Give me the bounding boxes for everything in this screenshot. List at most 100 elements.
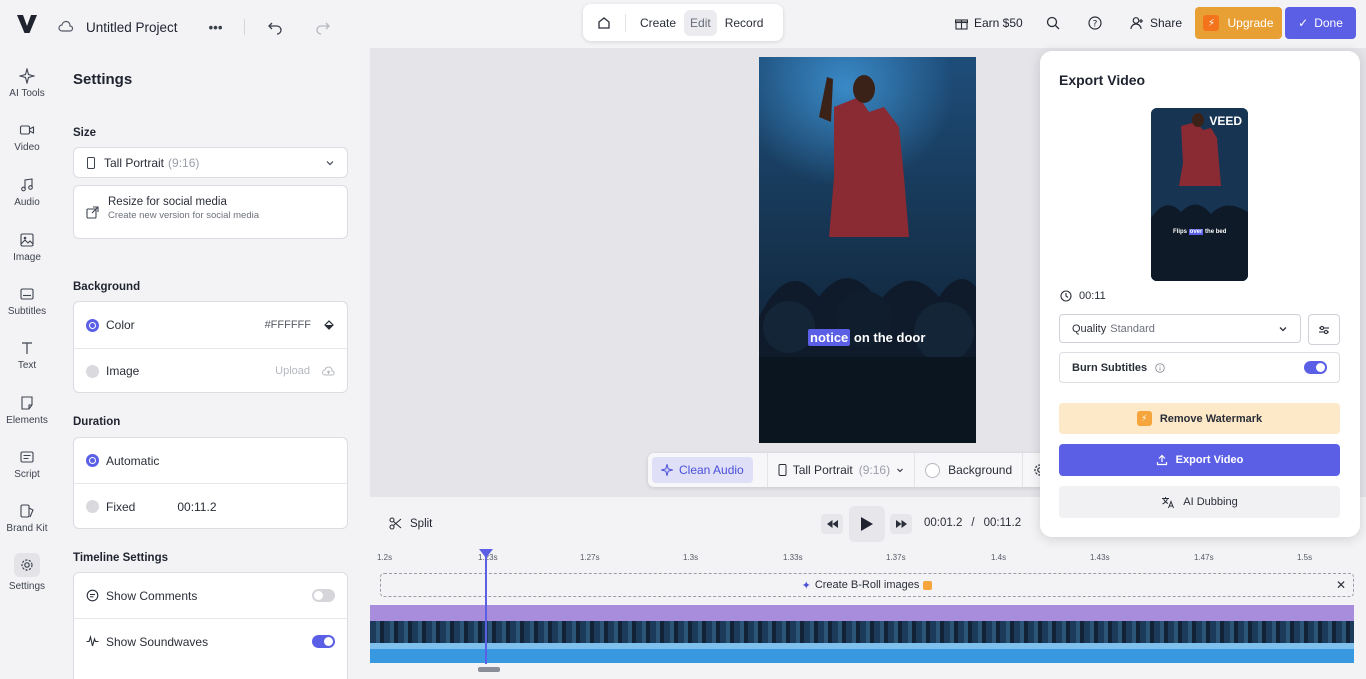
bg-color-label: Color — [106, 318, 135, 332]
earn-button[interactable]: Earn $50 — [955, 16, 1023, 30]
clean-audio-button[interactable]: Clean Audio — [652, 457, 753, 483]
thumb-caption-hl: over — [1188, 229, 1204, 235]
rail-item-audio[interactable]: Audio — [0, 177, 54, 208]
rail-item-script[interactable]: Script — [0, 449, 54, 480]
rail-item-image[interactable]: Image — [0, 232, 54, 263]
duration-fixed-value[interactable]: 00:11.2 — [177, 500, 216, 514]
image-icon — [20, 233, 34, 247]
radio-unselected[interactable] — [86, 364, 99, 378]
rail-item-ai-tools[interactable]: AI Tools — [0, 68, 54, 99]
create-broll-button[interactable]: ✦ Create B-Roll images — [380, 573, 1354, 597]
panel-title: Settings — [73, 71, 133, 88]
help-icon[interactable]: ? — [1088, 16, 1102, 30]
background-label: Background — [948, 463, 1013, 477]
quality-label: Quality — [1072, 322, 1107, 335]
radio-selected[interactable] — [86, 318, 99, 332]
divider — [243, 19, 245, 35]
search-icon[interactable] — [1046, 16, 1060, 30]
split-button[interactable]: Split — [389, 517, 432, 530]
rewind-icon — [826, 520, 838, 528]
bg-image-option[interactable]: Image Upload — [74, 348, 347, 393]
audio-track[interactable] — [370, 643, 1354, 663]
duration-fixed-label: Fixed — [106, 499, 136, 514]
upgrade-label: Upgrade — [1227, 16, 1274, 30]
thumb-caption-b: the bed — [1203, 229, 1227, 235]
tab-record[interactable]: Record — [719, 10, 770, 36]
timeline[interactable]: 1.2s 1.23s 1.27s 1.3s 1.33s 1.37s 1.4s 1… — [370, 549, 1366, 679]
resize-social-button[interactable]: Resize for social media Create new versi… — [73, 185, 348, 239]
rail-item-text[interactable]: Text — [0, 340, 54, 371]
canvas-size-dropdown[interactable]: Tall Portrait (9:16) — [778, 463, 904, 477]
upgrade-button[interactable]: ⚡ Upgrade — [1195, 7, 1282, 39]
soundwave-icon — [86, 635, 99, 647]
scroll-handle[interactable] — [478, 667, 500, 672]
ruler-tick: 1.5s — [1297, 553, 1313, 562]
project-title[interactable]: Untitled Project — [86, 20, 178, 35]
redo-icon[interactable] — [315, 19, 331, 35]
video-preview[interactable] — [759, 57, 976, 443]
script-icon — [20, 451, 34, 463]
undo-icon[interactable] — [267, 19, 283, 35]
show-soundwaves-toggle[interactable] — [312, 635, 335, 648]
bg-upload-label[interactable]: Upload — [275, 365, 310, 377]
rail-item-brand-kit[interactable]: Brand Kit — [0, 503, 54, 534]
rail-item-video[interactable]: Video — [0, 122, 54, 153]
rail-label: Audio — [14, 197, 40, 208]
subtitle-track[interactable] — [370, 605, 1354, 621]
play-button[interactable] — [849, 506, 885, 542]
active-indicator — [14, 553, 40, 577]
settings-panel: Settings Size Tall Portrait (9:16) Resiz… — [54, 48, 370, 679]
bg-color-option[interactable]: Color #FFFFFF — [74, 302, 347, 348]
quality-settings-button[interactable] — [1308, 314, 1340, 345]
duration-section-label: Duration — [73, 416, 121, 428]
bg-image-label: Image — [106, 364, 140, 378]
burn-subtitles-toggle[interactable] — [1304, 361, 1327, 374]
radio-unselected[interactable] — [86, 500, 99, 513]
show-comments-toggle[interactable] — [312, 589, 335, 602]
size-dropdown[interactable]: Tall Portrait (9:16) — [73, 147, 348, 178]
ai-dubbing-label: AI Dubbing — [1183, 496, 1238, 508]
ai-dubbing-button[interactable]: AI Dubbing — [1059, 486, 1340, 518]
bolt-icon — [923, 580, 933, 590]
paint-bucket-icon[interactable] — [323, 319, 335, 331]
cloud-icon — [58, 20, 74, 32]
export-video-button[interactable]: Export Video — [1059, 444, 1340, 476]
tab-edit[interactable]: Edit — [684, 9, 717, 36]
playhead[interactable] — [479, 549, 493, 664]
text-icon — [22, 342, 32, 354]
radio-selected[interactable] — [86, 454, 99, 467]
info-icon[interactable] — [1155, 362, 1165, 373]
chevron-down-icon — [1279, 326, 1287, 331]
share-button[interactable]: Share — [1130, 16, 1182, 30]
close-icon[interactable]: ✕ — [1336, 578, 1346, 592]
done-button[interactable]: ✓ Done — [1285, 7, 1356, 39]
rail-item-settings[interactable]: Settings — [0, 553, 54, 592]
rail-label: AI Tools — [9, 88, 45, 99]
tab-create[interactable]: Create — [634, 10, 682, 36]
comment-icon — [86, 589, 99, 602]
rail-item-subtitles[interactable]: Subtitles — [0, 286, 54, 317]
resize-subtitle: Create new version for social media — [108, 210, 260, 221]
remove-watermark-label: Remove Watermark — [1159, 412, 1263, 425]
rail-label: Video — [14, 142, 40, 153]
quality-dropdown[interactable]: Quality Standard — [1059, 314, 1301, 343]
fast-forward-button[interactable] — [890, 514, 912, 534]
duration-fixed-option[interactable]: Fixed 00:11.2 — [74, 483, 347, 529]
background-button[interactable]: Background — [925, 462, 1013, 478]
veed-logo-icon[interactable] — [16, 13, 38, 35]
duration-automatic-option[interactable]: Automatic — [74, 438, 347, 483]
resize-icon — [86, 206, 99, 219]
remove-watermark-button[interactable]: ⚡ Remove Watermark — [1059, 403, 1340, 434]
rewind-button[interactable] — [821, 514, 843, 534]
ruler-tick: 1.3s — [683, 553, 699, 562]
rail-label: Subtitles — [7, 306, 47, 317]
video-track[interactable] — [370, 621, 1354, 643]
video-caption[interactable]: notice on the door — [808, 329, 926, 346]
rail-item-elements[interactable]: Elements — [0, 395, 54, 426]
background-section-label: Background — [73, 281, 141, 293]
upload-cloud-icon[interactable] — [322, 365, 335, 377]
caption-rest: on the door — [850, 330, 926, 345]
time-separator: / — [971, 517, 975, 529]
home-button[interactable] — [589, 9, 619, 37]
more-options-icon[interactable]: ••• — [204, 15, 228, 39]
